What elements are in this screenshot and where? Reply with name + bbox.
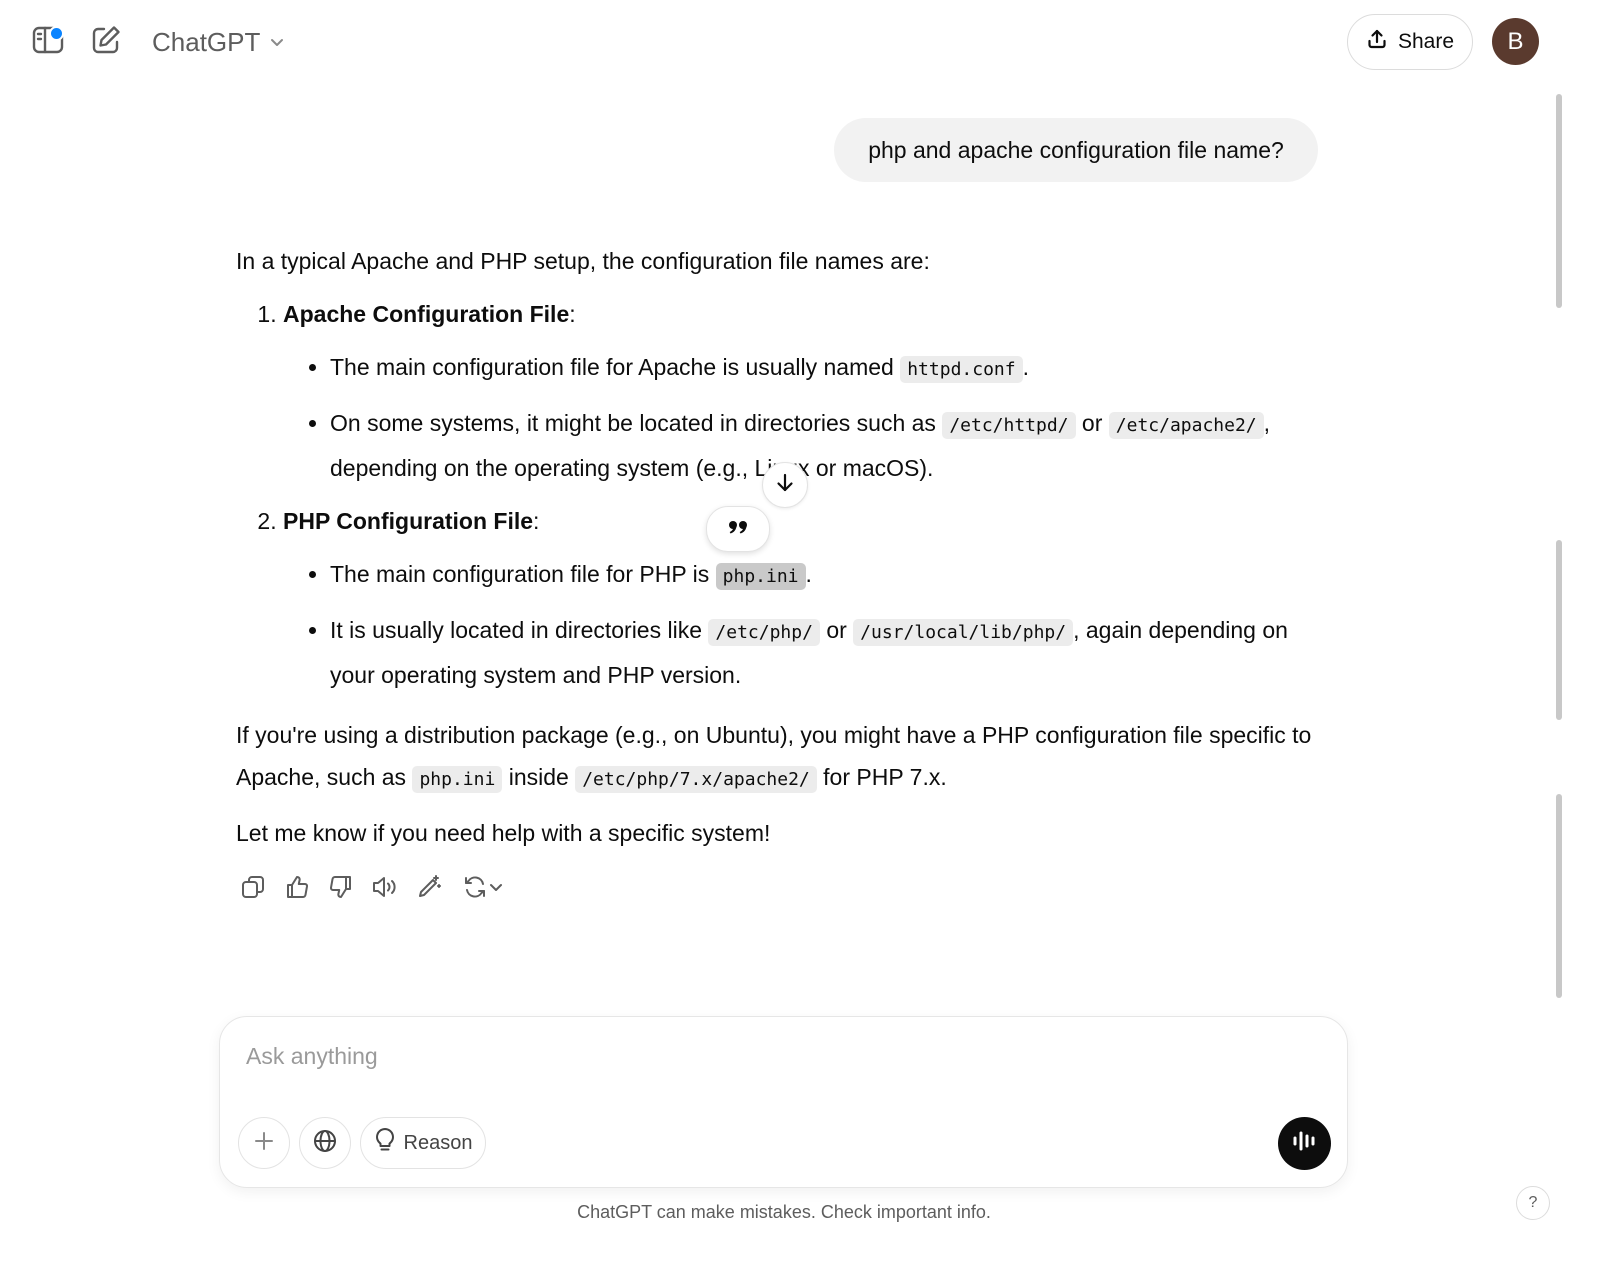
list-item: The main configuration file for Apache i… [330,346,1326,391]
quote-selection-button[interactable] [706,506,770,552]
answer-closing: Let me know if you need help with a spec… [236,820,771,846]
inline-code: /etc/httpd/ [942,412,1076,439]
paragraph-text: inside [502,764,576,790]
voice-mode-button[interactable] [1278,1117,1331,1170]
search-web-button[interactable] [299,1117,351,1169]
list-item: Apache Configuration File: The main conf… [283,293,1326,489]
inline-code: /etc/php/7.x/apache2/ [575,766,817,793]
bullet-text: or [819,617,854,643]
quote-icon [727,518,749,541]
thumbs-up-icon [284,874,310,905]
edit-in-canvas-button[interactable] [412,872,446,906]
user-message-text: php and apache configuration file name? [868,136,1284,163]
section-heading: PHP Configuration File [283,508,534,534]
notification-dot [49,26,64,41]
attach-button[interactable] [238,1117,290,1169]
list-item: The main configuration file for PHP is p… [330,553,1326,598]
prompt-input[interactable] [244,1035,1248,1077]
list-item: PHP Configuration File: The main configu… [283,500,1326,696]
scrollbar[interactable] [1556,86,1566,1091]
bullet-text: On some systems, it might be located in … [330,410,943,436]
scrollbar-thumb[interactable] [1556,94,1562,308]
bullet-text: or [1075,410,1109,436]
read-aloud-button[interactable] [368,872,402,906]
pencil-sparkle-icon [416,874,442,905]
scrollbar-thumb[interactable] [1556,540,1562,720]
chevron-down-icon [488,879,504,900]
answer-paragraph: If you're using a distribution package (… [236,714,1326,801]
inline-code: /etc/apache2/ [1108,412,1264,439]
scrollbar-thumb[interactable] [1556,794,1562,998]
thumbs-down-icon [328,874,354,905]
bullet-text: It is usually located in directories lik… [330,617,709,643]
share-button[interactable]: Share [1347,14,1473,70]
answer-intro: In a typical Apache and PHP setup, the c… [236,248,930,274]
bullet-list: The main configuration file for PHP is p… [283,553,1326,696]
refresh-icon [462,874,488,905]
chevron-down-icon [268,27,286,58]
bullet-text: The main configuration file for Apache i… [330,354,901,380]
plus-icon [252,1129,276,1158]
message-actions [236,870,510,908]
top-bar: ChatGPT Share B [0,0,1600,84]
inline-code-selected: php.ini [715,563,806,590]
reason-label: Reason [403,1131,473,1154]
lightbulb-icon [374,1127,396,1159]
speaker-icon [371,874,399,905]
copy-icon [240,874,266,905]
list-item: It is usually located in directories lik… [330,609,1326,696]
bullet-list: The main configuration file for Apache i… [283,346,1326,489]
copy-button[interactable] [236,872,270,906]
inline-code: httpd.conf [900,356,1023,383]
thumbs-down-button[interactable] [324,872,358,906]
share-label: Share [1397,30,1455,53]
help-label: ? [1528,1194,1538,1211]
upload-icon [1366,28,1388,56]
composer: Reason [219,1016,1348,1188]
globe-icon [312,1128,338,1159]
avatar-initial: B [1507,27,1524,55]
paragraph-text: for PHP 7.x. [816,764,947,790]
avatar[interactable]: B [1492,18,1539,65]
inline-code: /etc/php/ [708,619,820,646]
model-name: ChatGPT [152,26,261,57]
arrow-down-icon [773,471,797,500]
sidebar-toggle-button[interactable] [26,22,70,62]
waveform-icon [1291,1128,1319,1159]
user-message: php and apache configuration file name? [834,118,1318,182]
bullet-text: The main configuration file for PHP is [330,561,716,587]
inline-code: /usr/local/lib/php/ [853,619,1074,646]
section-heading: Apache Configuration File [283,301,570,327]
scroll-to-bottom-button[interactable] [762,462,808,508]
regenerate-button[interactable] [456,872,510,906]
inline-code: php.ini [412,766,503,793]
model-selector[interactable]: ChatGPT [152,24,286,60]
assistant-message: In a typical Apache and PHP setup, the c… [236,240,1326,854]
new-chat-button[interactable] [84,22,128,62]
help-button[interactable]: ? [1516,1186,1550,1220]
edit-icon [90,24,122,61]
thumbs-up-button[interactable] [280,872,314,906]
disclaimer: ChatGPT can make mistakes. Check importa… [577,1202,991,1222]
reason-button[interactable]: Reason [360,1117,486,1169]
list-item: On some systems, it might be located in … [330,402,1326,489]
